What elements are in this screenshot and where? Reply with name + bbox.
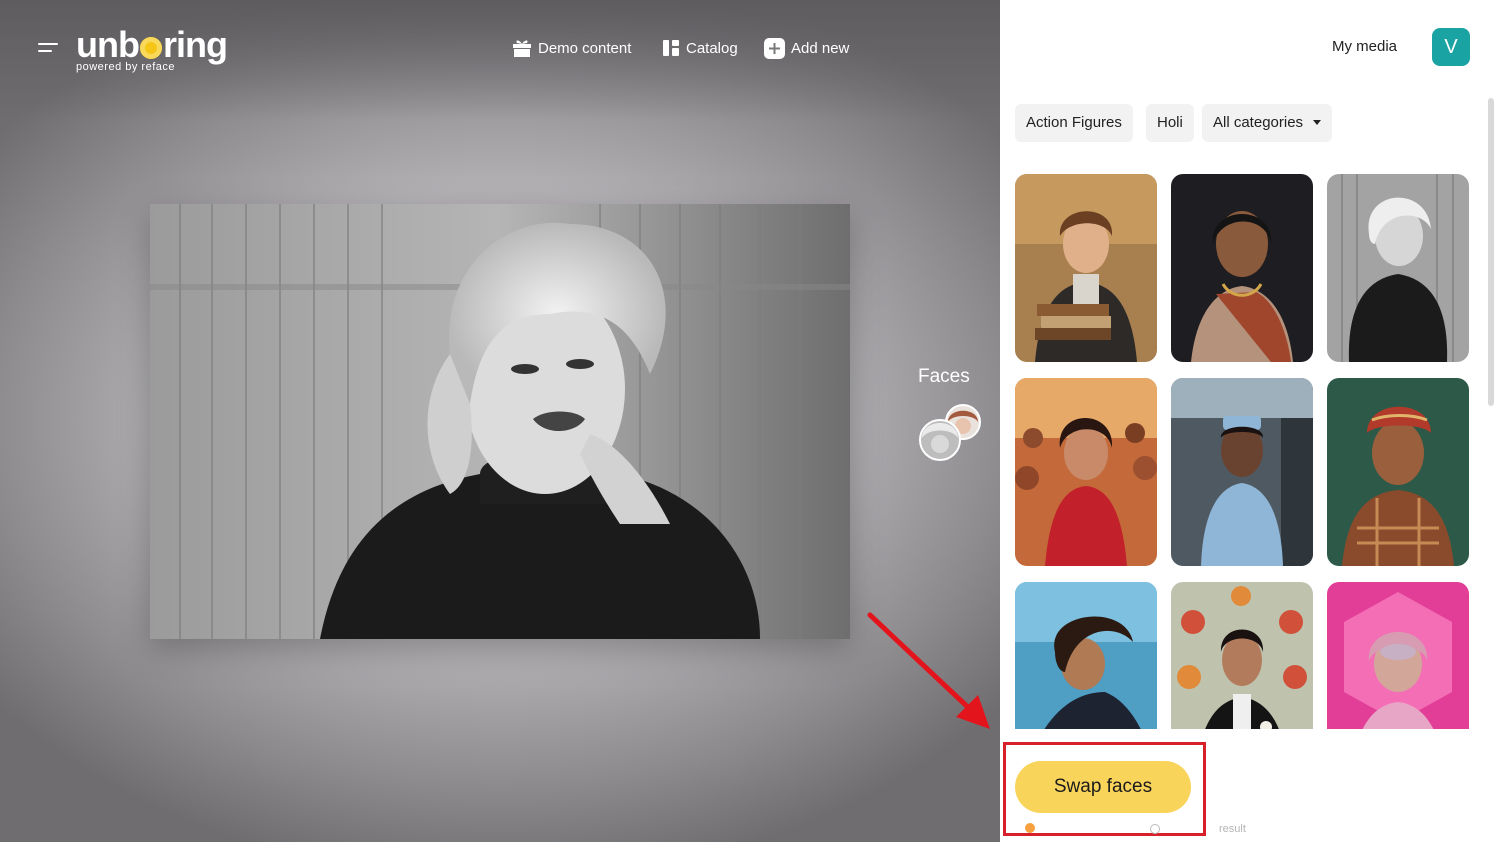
clock-icon (1150, 824, 1160, 834)
all-categories-label: All categories (1213, 114, 1304, 131)
hint-right: result (1150, 823, 1246, 835)
faces-label: Faces (918, 366, 970, 387)
faces-swap-thumbnail[interactable] (918, 404, 982, 464)
hint-right-text: result (1219, 823, 1246, 835)
gift-icon (513, 40, 531, 57)
template-tile-surfer[interactable] (1015, 582, 1157, 729)
hamburger-menu-icon[interactable] (38, 41, 60, 55)
nav-catalog-label: Catalog (686, 39, 738, 57)
action-bar: Swap faces result (1000, 730, 1500, 842)
category-chip-holi[interactable]: Holi (1146, 104, 1194, 142)
nav-demo-content[interactable]: Demo content (512, 36, 631, 60)
my-media-link[interactable]: My media (1332, 38, 1397, 55)
template-tile-flight-attendant[interactable] (1171, 378, 1313, 566)
orange-dot-icon (1025, 823, 1035, 833)
user-avatar[interactable]: V (1432, 28, 1470, 66)
grid-scrollbar[interactable] (1488, 98, 1494, 406)
template-tile-man-turban[interactable] (1327, 378, 1469, 566)
caret-down-icon (1313, 120, 1322, 125)
template-grid (1015, 174, 1471, 729)
template-tile-marilyn[interactable] (1327, 174, 1469, 362)
catalog-icon (663, 40, 679, 56)
plus-square-icon (764, 37, 785, 59)
category-chip-action-figures[interactable]: Action Figures (1015, 104, 1133, 142)
all-categories-dropdown[interactable]: All categories (1202, 104, 1333, 142)
template-tile-indian-woman[interactable] (1171, 174, 1313, 362)
swap-faces-button[interactable]: Swap faces (1015, 761, 1191, 813)
nav-catalog[interactable]: Catalog (662, 36, 738, 60)
template-panel: My media V Action Figures Holi All categ… (1000, 0, 1500, 842)
template-tile-student[interactable] (1015, 174, 1157, 362)
nav-add-new-label: Add new (791, 39, 850, 57)
nav-demo-content-label: Demo content (538, 39, 632, 57)
logo-o-egg-icon (139, 37, 162, 59)
nav-add-new[interactable]: Add new (764, 36, 849, 60)
red-arrow-annotation (867, 612, 990, 729)
template-tile-pink-astronaut[interactable] (1327, 582, 1469, 729)
logo[interactable]: unb ring powered by reface (76, 24, 228, 74)
template-tile-flower-man[interactable] (1171, 582, 1313, 729)
editor-area: unb ring powered by reface Demo content C… (0, 0, 1000, 842)
hint-left (1025, 823, 1035, 833)
source-photo (150, 204, 850, 639)
logo-wordmark: unb ring (76, 24, 228, 65)
template-tile-holi-festival[interactable] (1015, 378, 1157, 566)
